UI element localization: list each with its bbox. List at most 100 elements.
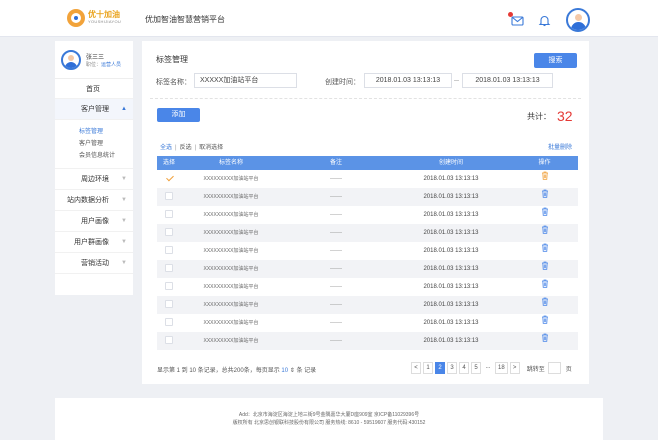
trash-icon[interactable]	[541, 278, 549, 296]
table-row[interactable]: XXXXXXXXX加油站平台 —— 2018.01.03 13:13:13	[157, 242, 578, 260]
submenu-item-customers[interactable]: 客户管理	[55, 138, 133, 150]
sidebar-item-home[interactable]: 首页	[55, 79, 133, 99]
user-profile: 张三三 职位：运营人员	[55, 41, 133, 79]
sidebar-item-label: 站内数据分析	[67, 197, 109, 204]
table-header: 选择 标签名称 备注 创建时间 操作	[157, 156, 578, 170]
row-checkbox[interactable]	[165, 210, 173, 219]
trash-icon[interactable]	[541, 332, 549, 350]
per-page-select[interactable]: 10	[281, 368, 288, 374]
submenu-item-tags[interactable]: 标签管理	[55, 126, 133, 138]
row-checkbox[interactable]	[165, 282, 173, 291]
table-row[interactable]: XXXXXXXXX加油站平台 —— 2018.01.03 13:13:13	[157, 188, 578, 206]
trash-icon[interactable]	[541, 296, 549, 314]
page-button[interactable]: 5	[471, 362, 481, 374]
action-cell	[511, 296, 578, 314]
row-checkbox[interactable]	[165, 336, 173, 345]
note-cell: ——	[330, 284, 342, 290]
row-select-cell	[157, 278, 181, 296]
note-cell: ——	[330, 248, 342, 254]
notification-badge	[508, 11, 513, 17]
table-row[interactable]: XXXXXXXXX加油站平台 —— 2018.01.03 13:13:13	[157, 170, 578, 188]
customer-submenu: 标签管理 客户管理 会员信息统计	[55, 120, 133, 169]
goto-page-input[interactable]	[547, 362, 561, 374]
page-button[interactable]: 4	[459, 362, 469, 374]
page-button[interactable]: 3	[447, 362, 457, 374]
batch-delete-link[interactable]: 批量删除	[548, 142, 572, 151]
table-body: XXXXXXXXX加油站平台 —— 2018.01.03 13:13:13 XXXXX…	[157, 170, 578, 350]
row-checkbox[interactable]	[165, 246, 173, 255]
trash-icon[interactable]	[541, 170, 549, 188]
note-cell: ——	[330, 212, 342, 218]
footer-copyright: 版权所有 北京思创银联科技股份有限公司 服务热线: 8610 - 5951960…	[232, 420, 426, 426]
action-cell	[511, 206, 578, 224]
tag-name-input[interactable]: XXXXX加油站平台	[194, 73, 297, 88]
prev-page-button[interactable]: <	[411, 362, 421, 374]
select-all-link[interactable]: 全选	[160, 145, 172, 151]
trash-icon[interactable]	[541, 242, 549, 260]
row-checkbox[interactable]	[165, 300, 173, 309]
sidebar-item-user-profile[interactable]: 用户画像 ▼	[55, 211, 133, 232]
page-button[interactable]: 1	[423, 362, 433, 374]
row-checkbox[interactable]	[165, 264, 173, 273]
end-date-input[interactable]: 2018.01.03 13:13:13	[462, 73, 553, 88]
row-checkbox[interactable]	[165, 174, 173, 182]
trash-icon[interactable]	[541, 206, 549, 224]
table-row[interactable]: XXXXXXXXX加油站平台 —— 2018.01.03 13:13:13	[157, 278, 578, 296]
tag-name-cell: XXXXXXXXX加油站平台	[203, 194, 259, 200]
sidebar-item-surroundings[interactable]: 周边环境 ▼	[55, 169, 133, 190]
row-select-cell	[157, 224, 181, 242]
sidebar-item-marketing[interactable]: 营销活动 ▼	[55, 253, 133, 274]
table-row[interactable]: XXXXXXXXX加油站平台 —— 2018.01.03 13:13:13	[157, 224, 578, 242]
start-date-input[interactable]: 2018.01.03 13:13:13	[364, 73, 452, 88]
note-cell: ——	[330, 302, 342, 308]
brand-logo[interactable]: 优十加油 YOUSHIJIAYOU	[67, 9, 121, 27]
note-cell: ——	[330, 266, 342, 272]
chevron-down-icon: ▼	[121, 218, 127, 224]
logo-subtext: YOUSHIJIAYOU	[88, 19, 122, 24]
next-page-button[interactable]: >	[509, 362, 520, 374]
message-icon[interactable]	[508, 11, 524, 27]
date-range-separator	[454, 80, 459, 81]
table-row[interactable]: XXXXXXXXX加油站平台 —— 2018.01.03 13:13:13	[157, 332, 578, 350]
row-select-cell	[157, 170, 181, 188]
goto-label: 跳转至	[526, 366, 545, 373]
page-button[interactable]: 2	[435, 362, 445, 374]
column-header: 选择	[162, 160, 175, 166]
bell-icon[interactable]	[538, 14, 551, 27]
trash-icon[interactable]	[541, 260, 549, 278]
sidebar-item-station-data[interactable]: 站内数据分析 ▼	[55, 190, 133, 211]
footer: Add：北京市海淀区海淀上地三街9号金隅嘉华大厦D座909室 京ICP备1102…	[55, 398, 603, 440]
row-select-cell	[157, 242, 181, 260]
row-checkbox[interactable]	[165, 228, 173, 237]
create-time-label: 创建时间：	[325, 79, 360, 86]
trash-icon[interactable]	[541, 188, 549, 206]
sidebar-item-customer[interactable]: 客户管理 ▲	[55, 99, 133, 120]
cancel-selection-link[interactable]: 取消选择	[199, 145, 223, 151]
page-button[interactable]: 18	[495, 362, 508, 374]
table-row[interactable]: XXXXXXXXX加油站平台 —— 2018.01.03 13:13:13	[157, 206, 578, 224]
submenu-item-member-stats[interactable]: 会员信息统计	[55, 150, 133, 162]
top-bar: 优十加油 YOUSHIJIAYOU 优加智油智慧营销平台	[0, 0, 658, 37]
user-role: 职位：运营人员	[86, 62, 122, 68]
sidebar-item-label: 客户管理	[81, 106, 109, 113]
column-header: 创建时间	[438, 160, 463, 166]
sidebar-item-group-profile[interactable]: 用户群画像 ▼	[55, 232, 133, 253]
table-row[interactable]: XXXXXXXXX加油站平台 —— 2018.01.03 13:13:13	[157, 314, 578, 332]
user-name: 张三三	[86, 55, 105, 61]
table-row[interactable]: XXXXXXXXX加油站平台 —— 2018.01.03 13:13:13	[157, 296, 578, 314]
row-checkbox[interactable]	[165, 318, 173, 327]
trash-icon[interactable]	[541, 314, 549, 332]
note-cell: ——	[330, 338, 342, 344]
add-button[interactable]: 添加	[157, 108, 200, 122]
footer-address: Add：北京市海淀区海淀上地三街9号金隅嘉华大厦D座909室 京ICP备1102…	[238, 412, 420, 418]
table-row[interactable]: XXXXXXXXX加油站平台 —— 2018.01.03 13:13:13	[157, 260, 578, 278]
create-time-cell: 2018.01.03 13:13:13	[423, 266, 479, 272]
avatar[interactable]	[566, 8, 590, 32]
search-button[interactable]: 搜索	[534, 53, 577, 68]
action-cell	[511, 242, 578, 260]
per-page-chevron-icon[interactable]: ⇕	[290, 368, 295, 374]
tag-name-cell: XXXXXXXXX加油站平台	[203, 320, 259, 326]
trash-icon[interactable]	[541, 224, 549, 242]
invert-selection-link[interactable]: 反选	[180, 145, 192, 151]
row-checkbox[interactable]	[165, 192, 173, 201]
